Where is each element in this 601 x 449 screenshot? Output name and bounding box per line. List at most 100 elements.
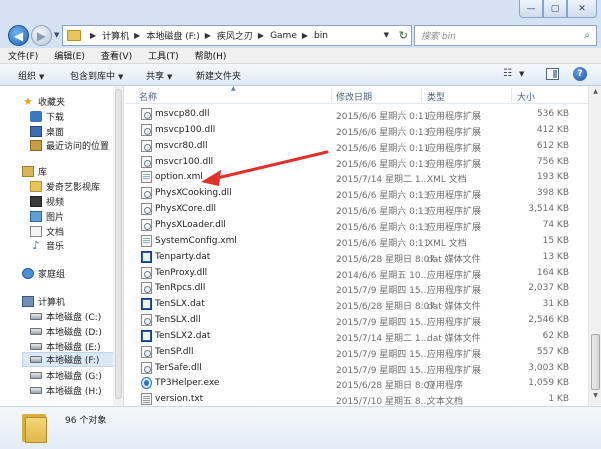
column-type[interactable]: 类型 <box>427 90 445 103</box>
file-row[interactable]: PhysXLoader.dll 2015/6/6 星期六 0:13 应用程序扩展 74… <box>135 217 578 233</box>
breadcrumb-game-folder[interactable]: 疾风之刃 ▶ <box>217 29 270 42</box>
file-list-scrollbar-thumb[interactable] <box>591 334 600 390</box>
nav-libraries[interactable]: 库 <box>22 164 47 179</box>
nav-iqiyi-library[interactable]: 爱奇艺影视库 <box>30 179 100 194</box>
change-view-icon[interactable]: ☷ <box>503 68 512 79</box>
column-divider[interactable] <box>511 88 512 102</box>
file-size: 412 KB <box>536 124 569 135</box>
file-size: 612 KB <box>536 140 569 151</box>
view-dropdown-icon[interactable]: ▼ <box>519 70 524 78</box>
file-type: 应用程序扩展 <box>427 365 482 376</box>
file-row[interactable]: PhysXCore.dll 2015/6/6 星期六 0:13 应用程序扩展 3,51… <box>135 201 578 217</box>
file-type: dat 媒体文件 <box>427 254 481 265</box>
refresh-icon[interactable]: ↻ <box>399 29 408 42</box>
file-name: PhysXCore.dll <box>155 204 217 215</box>
file-modified-date: 2015/6/28 星期日 8:07 <box>336 254 436 265</box>
column-modified[interactable]: 修改日期 <box>336 90 372 103</box>
breadcrumb-bin[interactable]: bin <box>314 31 328 41</box>
include-in-library-button[interactable]: 包含到库中 ▼ <box>70 69 123 82</box>
new-folder-button[interactable]: 新建文件夹 <box>196 69 241 82</box>
nav-documents[interactable]: 文档 <box>30 224 64 239</box>
maximize-button[interactable]: ▢ <box>543 0 567 18</box>
column-divider[interactable] <box>421 88 422 102</box>
file-row[interactable]: TerSafe.dll 2015/7/9 星期四 15... 应用程序扩展 3,003… <box>135 360 578 376</box>
nav-music[interactable]: ♪ 音乐 <box>30 238 64 253</box>
nav-recent-places[interactable]: 最近访问的位置 <box>30 138 109 153</box>
nav-drive-c[interactable]: 本地磁盘 (C:) <box>30 309 101 324</box>
file-type: 应用程序 <box>427 381 464 392</box>
dll-file-icon <box>141 108 152 120</box>
file-name: PhysXLoader.dll <box>155 219 226 230</box>
nav-downloads[interactable]: 下载 <box>30 109 64 124</box>
file-row[interactable]: TenSLX.dat 2015/6/28 星期日 8:07 dat 媒体文件 31 K… <box>135 296 578 312</box>
annotation-arrow-shaft <box>211 150 329 181</box>
back-button[interactable]: ◀ <box>8 25 29 46</box>
file-size: 2,546 KB <box>528 315 569 326</box>
dll-file-icon <box>141 314 152 327</box>
file-row[interactable]: TenRpcs.dll 2015/7/9 星期四 15... 应用程序扩展 2,037… <box>135 280 578 296</box>
file-row[interactable]: TenSLX.dll 2015/7/9 星期四 15... 应用程序扩展 2,546 … <box>135 312 578 328</box>
nav-desktop[interactable]: 桌面 <box>30 124 64 139</box>
file-size: 193 KB <box>536 172 569 183</box>
file-row[interactable]: TenProxy.dll 2014/6/6 星期五 10... 应用程序扩展 164 … <box>135 265 578 281</box>
nav-homegroup[interactable]: 家庭组 <box>22 266 65 281</box>
menu-help[interactable]: 帮助(H) <box>195 49 227 62</box>
nav-drive-g[interactable]: 本地磁盘 (G:) <box>30 368 102 383</box>
breadcrumb-separator[interactable]: ▶ <box>85 31 102 40</box>
organize-button[interactable]: 组织 ▼ <box>18 69 44 82</box>
file-row[interactable]: SystemConfig.xml 2015/6/6 星期六 0:11 XML 文档 1… <box>135 233 578 249</box>
documents-library-icon <box>30 226 42 237</box>
file-row[interactable]: msvcp100.dll 2015/6/6 星期六 0:13 应用程序扩展 412 K… <box>135 122 578 138</box>
breadcrumb-game[interactable]: Game ▶ <box>270 31 314 41</box>
navigation-scrollbar[interactable] <box>113 86 123 406</box>
nav-videos[interactable]: 视频 <box>30 194 64 209</box>
help-icon[interactable]: ? <box>573 67 587 81</box>
file-modified-date: 2015/7/9 星期四 15... <box>336 349 430 360</box>
hard-drive-icon <box>30 387 42 394</box>
nav-computer[interactable]: 计算机 <box>22 294 65 309</box>
search-input[interactable]: 搜索 bin ⌕ <box>414 25 597 46</box>
file-size: 62 KB <box>542 330 569 341</box>
file-row[interactable]: version.txt 2015/7/10 星期五 8... 文本文档 1 KB <box>135 391 578 407</box>
file-row[interactable]: msvcp80.dll 2015/6/6 星期六 0:11 应用程序扩展 536 KB <box>135 106 578 122</box>
file-size: 1 KB <box>548 394 569 405</box>
nav-drive-f[interactable]: 本地磁盘 (F:) <box>22 352 114 367</box>
scroll-up-icon[interactable]: ▲ <box>591 88 600 100</box>
menu-file[interactable]: 文件(F) <box>8 49 38 62</box>
file-row[interactable]: TP3Helper.exe 2015/6/28 星期日 8:07 应用程序 1,059… <box>135 375 578 391</box>
column-divider[interactable] <box>331 88 332 102</box>
file-row[interactable]: TenSP.dll 2015/7/9 星期四 15... 应用程序扩展 557 KB <box>135 344 578 360</box>
minimize-button[interactable]: — <box>519 0 543 18</box>
file-modified-date: 2015/6/6 星期六 0:11 <box>336 238 430 249</box>
navigation-scrollbar-thumb[interactable] <box>115 89 122 399</box>
nav-drive-h[interactable]: 本地磁盘 (H:) <box>30 383 102 398</box>
breadcrumb-drive-f[interactable]: 本地磁盘 (F:) ▶ <box>146 29 217 42</box>
file-row[interactable]: TenSLX2.dat 2015/7/14 星期二 1... dat 媒体文件 62 … <box>135 328 578 344</box>
file-size: 2,037 KB <box>528 283 569 294</box>
file-type: 应用程序扩展 <box>427 207 482 218</box>
address-dropdown-icon[interactable]: ▼ <box>384 31 389 39</box>
txt-file-icon <box>141 393 152 406</box>
nav-favorites[interactable]: ★ 收藏夹 <box>22 94 65 109</box>
column-size[interactable]: 大小 <box>517 90 535 103</box>
breadcrumb-computer[interactable]: 计算机 ▶ <box>102 29 146 42</box>
file-modified-date: 2015/6/6 星期六 0:13 <box>336 222 430 233</box>
close-button[interactable]: ✕ <box>567 0 597 18</box>
search-icon[interactable]: ⌕ <box>584 30 590 41</box>
nav-drive-d[interactable]: 本地磁盘 (D:) <box>30 324 102 339</box>
share-button[interactable]: 共享 ▼ <box>146 69 172 82</box>
menu-tools[interactable]: 工具(T) <box>148 49 179 62</box>
file-size: 557 KB <box>536 346 569 357</box>
scroll-down-icon[interactable]: ▼ <box>591 392 600 404</box>
file-row[interactable]: Tenparty.dat 2015/6/28 星期日 8:07 dat 媒体文件 13… <box>135 249 578 265</box>
file-list-scrollbar[interactable]: ▲ ▼ <box>588 86 601 406</box>
nav-pictures[interactable]: 图片 <box>30 209 64 224</box>
column-name[interactable]: 名称 <box>139 90 157 103</box>
forward-button[interactable]: ▶ <box>31 25 52 46</box>
preview-pane-icon[interactable] <box>546 68 559 80</box>
menu-edit[interactable]: 编辑(E) <box>54 49 85 62</box>
recent-pages-dropdown-icon[interactable]: ▼ <box>54 31 59 39</box>
menu-view[interactable]: 查看(V) <box>101 49 132 62</box>
computer-icon <box>22 296 34 307</box>
address-bar[interactable]: ▶ 计算机 ▶ 本地磁盘 (F:) ▶ 疾风之刃 ▶ Game ▶ bin ▼ ↻ <box>62 25 412 46</box>
